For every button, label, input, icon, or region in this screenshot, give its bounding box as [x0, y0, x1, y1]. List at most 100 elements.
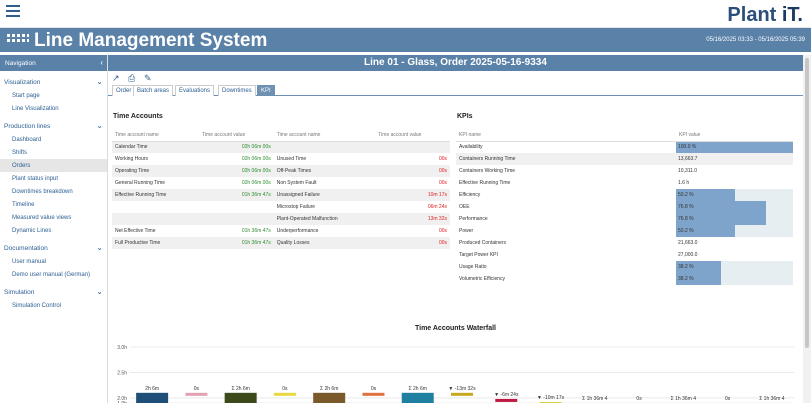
y-tick-label: 3.0h	[117, 345, 127, 351]
kpi-name: Power	[459, 228, 474, 234]
sidebar-section-label: Simulation	[4, 289, 35, 296]
sidebar-section[interactable]: Visualization ⌄	[0, 74, 107, 89]
chart-icon[interactable]: ↗	[112, 73, 120, 84]
kpi-value-cell: 27,000.0	[676, 249, 793, 261]
print-icon[interactable]: ⎙	[128, 73, 135, 84]
table-row: Microstop Failure 06m 24s	[112, 201, 450, 213]
waterfall-bar	[495, 398, 518, 402]
table-row: Availability 100.0 %	[456, 141, 793, 154]
account-value: 01h 36m 47s	[241, 228, 271, 234]
table-header-row: Time account name Time account value Time …	[112, 129, 450, 142]
kpi-value: 1.6 h	[678, 180, 690, 186]
pencil-icon[interactable]: ✎	[144, 73, 152, 84]
account-name: Non System Fault	[276, 180, 317, 186]
kpi-name: Efficiency	[459, 192, 481, 198]
kpi-value-cell: 38.2 %	[676, 261, 793, 273]
tab-bar: Order Batch areas Evaluations Downtimes KPI	[108, 85, 803, 96]
kpi-name: Usage Ratio	[459, 264, 487, 270]
scrollbar-thumb[interactable]	[805, 58, 809, 348]
sidebar-item[interactable]: Line Visualization	[0, 102, 107, 115]
kpi-value-cell: 1.6 h	[676, 177, 793, 189]
waterfall-bar	[401, 392, 434, 403]
order-title: Line 01 - Glass, Order 2025-05-16-9334	[108, 55, 803, 71]
top-bar: Plant iT.	[0, 0, 811, 28]
account-name: General Running Time	[115, 180, 166, 186]
tab-evaluations[interactable]: Evaluations	[175, 85, 215, 96]
bar-label: 0s	[725, 396, 731, 402]
y-tick-label: 2.5h	[117, 370, 127, 376]
table-row: Produced Containers 21,663.0	[456, 237, 793, 249]
tab-kpi[interactable]: KPI	[257, 85, 275, 96]
chevron-left-icon[interactable]: ‹	[100, 58, 103, 67]
chevron-down-icon[interactable]: ⌄	[96, 243, 103, 252]
table-row: Calendar Time 02h 06m 00s	[112, 141, 450, 153]
kpi-value-cell: 50.2 %	[676, 225, 793, 237]
sidebar-item[interactable]: Start page	[0, 89, 107, 102]
table-row: Effective Running Time 1.6 h	[456, 177, 793, 189]
tab-batch-areas[interactable]: Batch areas	[133, 85, 174, 96]
sidebar-section[interactable]: Simulation ⌄	[0, 284, 107, 299]
sidebar-section[interactable]: Documentation ⌄	[0, 240, 107, 255]
account-name: Unassigned Failure	[273, 189, 376, 201]
account-name	[112, 213, 200, 225]
column-header: Time account value	[375, 129, 450, 142]
navigation-title: Navigation	[5, 60, 36, 67]
kpi-value: 76.8 %	[678, 216, 694, 222]
sidebar-item[interactable]: Orders	[0, 159, 107, 172]
sidebar-item[interactable]: Measured value views	[0, 211, 107, 224]
hamburger-icon[interactable]	[6, 5, 20, 17]
sidebar-item[interactable]: User manual	[0, 255, 107, 268]
table-row: Effective Running Time 01h 36m 47s Unassig…	[112, 189, 450, 201]
sidebar-item[interactable]: Demo user manual (German)	[0, 268, 107, 281]
navigation-header: Navigation ‹	[0, 55, 107, 71]
waterfall-bar	[451, 392, 473, 396]
sidebar: Navigation ‹ Visualization ⌄ Start page Lin…	[0, 55, 108, 403]
chevron-down-icon[interactable]: ⌄	[96, 287, 103, 296]
waterfall-chart: 3.0h2.5h2.0h1.9h2h 6m0sΣ 2h 6m0sΣ 2h 6m0…	[117, 345, 794, 403]
table-row: Net Effective Time 01h 36m 47s Underperfor…	[112, 225, 450, 237]
bar-label: Σ 2h 6m	[231, 386, 249, 392]
waterfall-bar	[273, 392, 296, 396]
account-value	[375, 141, 450, 153]
waterfall-bar	[313, 392, 346, 403]
kpi-value: 10,311.0	[678, 168, 698, 174]
tab-order[interactable]: Order	[112, 85, 136, 96]
account-name: Off-Peak Times	[273, 165, 376, 177]
table-row: Volumetric Efficiency 38.2 %	[456, 273, 793, 285]
plant-it-logo: Plant iT.	[727, 4, 803, 26]
chevron-down-icon[interactable]: ⌄	[96, 121, 103, 130]
sidebar-section[interactable]: Production lines ⌄	[0, 118, 107, 133]
account-value: 02h 06m 00s	[199, 141, 274, 153]
sidebar-item[interactable]: Dynamic Lines	[0, 224, 107, 237]
bar-label: Σ 1h 36m 4	[759, 396, 785, 402]
kpi-value-cell: 38.2 %	[676, 273, 793, 285]
sidebar-item[interactable]: Downtimes breakdown	[0, 185, 107, 198]
tab-downtimes[interactable]: Downtimes	[218, 85, 256, 96]
bar-label: ▼ -6m 24s	[494, 392, 519, 398]
column-header: Time account name	[112, 129, 200, 142]
account-value: 00s	[375, 237, 450, 249]
table-row: Efficiency 50.2 %	[456, 189, 793, 201]
table-row: OEE 76.8 %	[456, 201, 793, 213]
time-range: 05/16/2025 03:33 - 05/16/2025 05:39	[706, 37, 805, 43]
sidebar-item[interactable]: Timeline	[0, 198, 107, 211]
table-row: Plant-Operated Malfunction 13m 32s	[112, 213, 450, 225]
sidebar-item[interactable]: Simulation Control	[0, 299, 107, 312]
column-header: Time account value	[199, 129, 274, 142]
chevron-down-icon[interactable]: ⌄	[96, 77, 103, 86]
navigation-list: Visualization ⌄ Start page Line Visualizati…	[0, 74, 107, 312]
sidebar-item[interactable]: Shifts	[0, 146, 107, 159]
kpi-value: 38.2 %	[678, 276, 694, 282]
account-value: 01h 36m 47s	[199, 189, 274, 201]
column-header: KPI name	[456, 129, 676, 142]
kpi-name: Performance	[459, 216, 488, 222]
kpi-value-cell: 76.8 %	[676, 213, 793, 225]
kpi-value: 50.2 %	[678, 192, 694, 198]
line-grid-icon	[7, 34, 29, 46]
account-name	[273, 141, 376, 153]
sidebar-item[interactable]: Dashboard	[0, 133, 107, 146]
table-row: Containers Working Time 10,311.0	[456, 165, 793, 177]
table-row: Power 50.2 %	[456, 225, 793, 237]
sidebar-item[interactable]: Plant status input	[0, 172, 107, 185]
kpi-name: OEE	[459, 204, 470, 210]
